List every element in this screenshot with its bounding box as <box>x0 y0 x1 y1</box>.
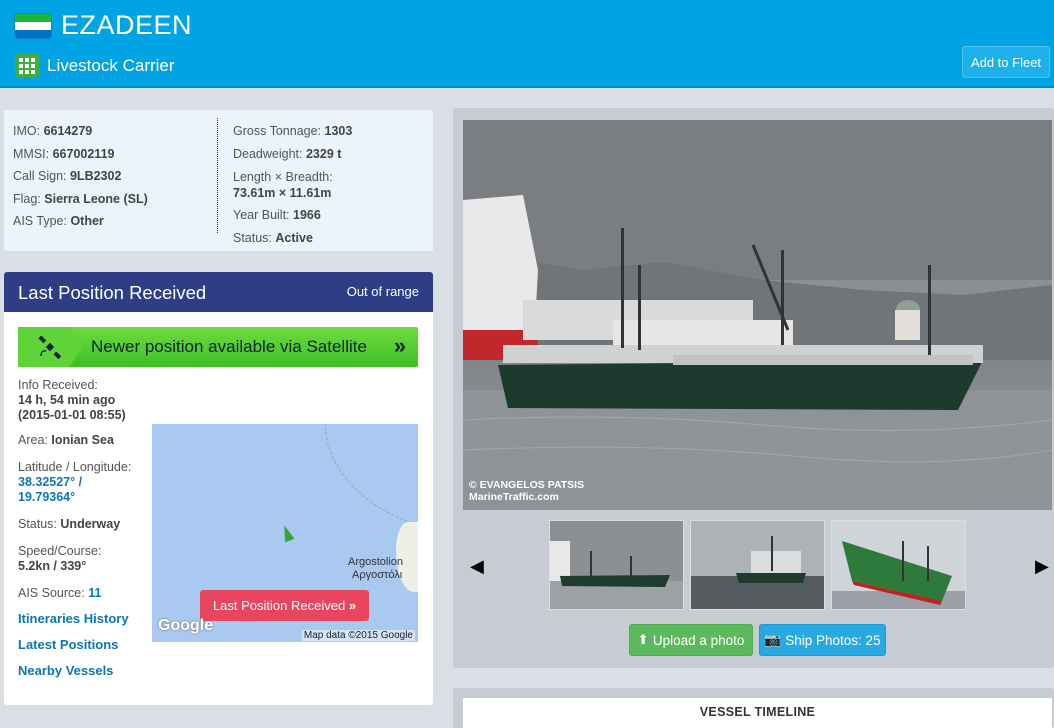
satellite-banner-text: Newer position available via Satellite <box>91 337 367 356</box>
deadweight-value: 2329 t <box>305 146 342 161</box>
nearby-vessels-link[interactable]: Nearby Vessels <box>18 663 153 678</box>
next-photo-arrow-icon[interactable]: ▶ <box>1035 556 1049 577</box>
google-logo: Google <box>158 617 214 634</box>
previous-photo-arrow-icon[interactable]: ◀ <box>470 556 484 577</box>
ais-type-row: AIS Type: Other <box>13 214 104 228</box>
main-vessel-photo[interactable]: © EVANGELOS PATSIS MarineTraffic.com <box>463 120 1052 510</box>
upload-photo-button[interactable]: ⬆ Upload a photo <box>629 624 753 656</box>
vessel-marker-icon[interactable] <box>279 523 295 543</box>
photo-thumbnail[interactable] <box>549 520 684 610</box>
vessel-particulars: IMO: 6614279 MMSI: 667002119 Call Sign: … <box>4 110 433 251</box>
particulars-divider <box>217 118 218 233</box>
area: Area: Ionian Sea <box>18 433 114 447</box>
info-received: Info Received: 14 h, 54 min ago (2015-01… <box>18 378 126 422</box>
map-credit: Map data ©2015 Google <box>301 630 415 641</box>
vessel-type-icon <box>15 53 39 77</box>
mmsi-value: 667002119 <box>52 146 115 161</box>
double-chevron-right-icon: » <box>393 333 406 358</box>
gross-tonnage-value: 1303 <box>324 124 353 138</box>
last-position-panel: Last Position Received Out of range Newe… <box>4 272 433 705</box>
length-breadth-value: 73.61m × 11.61m <box>233 186 332 200</box>
map-place-label-greek: Αργοστόλι <box>352 569 403 581</box>
sierra-leone-flag-icon <box>15 14 51 38</box>
vessel-timeline-title: VESSEL TIMELINE <box>463 698 1052 728</box>
ais-source: AIS Source: 11 <box>18 586 102 600</box>
position-details: Info Received: 14 h, 54 min ago (2015-01… <box>18 378 153 689</box>
last-position-title: Last Position Received <box>18 282 207 303</box>
position-map[interactable]: Argostolion Αργοστόλι Last Position Rece… <box>152 424 418 642</box>
vessel-photos-panel: © EVANGELOS PATSIS MarineTraffic.com ◀ ▶… <box>453 108 1054 668</box>
vessel-timeline-panel: VESSEL TIMELINE <box>453 688 1054 728</box>
last-position-header: Last Position Received Out of range <box>4 272 433 312</box>
satellite-icon <box>18 327 82 367</box>
area-value: Ionian Sea <box>51 433 114 447</box>
gross-tonnage-row: Gross Tonnage: 1303 <box>233 124 353 138</box>
call-sign-value: 9LB2302 <box>69 169 122 183</box>
deadweight-row: Deadweight: 2329 t <box>233 146 342 161</box>
particulars-left-column: IMO: 6614279 MMSI: 667002119 Call Sign: … <box>13 120 148 233</box>
photo-credit: © EVANGELOS PATSIS MarineTraffic.com <box>469 479 585 503</box>
flag-value: Sierra Leone (SL) <box>44 191 148 206</box>
add-to-fleet-button[interactable]: Add to Fleet <box>962 46 1050 78</box>
mmsi-row: MMSI: 667002119 <box>13 146 115 161</box>
vessel-name: EZADEEN <box>61 10 193 40</box>
vessel-header: EZADEEN Livestock Carrier Add to Fleet <box>0 0 1054 88</box>
longitude-value: 19.79364° <box>18 490 76 504</box>
upload-icon: ⬆ <box>637 632 649 647</box>
imo-value: 6614279 <box>43 124 93 138</box>
ais-type-value: Other <box>70 214 104 228</box>
speed-course-value: 5.2kn / 339° <box>18 559 87 573</box>
map-place-label: Argostolion <box>348 556 404 568</box>
range-status: Out of range <box>346 284 419 299</box>
latitude-value: 38.32527° / <box>18 475 83 489</box>
ais-source-value: 11 <box>88 586 102 600</box>
vessel-type: Livestock Carrier <box>47 56 175 75</box>
info-received-time: (2015-01-01 08:55) <box>18 408 126 422</box>
itineraries-history-link[interactable]: Itineraries History <box>18 611 153 626</box>
imo-row: IMO: 6614279 <box>13 124 93 138</box>
latest-positions-link[interactable]: Latest Positions <box>18 637 153 652</box>
photo-thumbnail[interactable] <box>690 520 825 610</box>
info-received-ago: 14 h, 54 min ago <box>18 393 116 407</box>
lat-lon: Latitude / Longitude: 38.32527° / 19.793… <box>18 460 132 504</box>
particulars-right-column: Gross Tonnage: 1303 Deadweight: 2329 t L… <box>233 120 352 249</box>
length-breadth-row: Length × Breadth: 73.61m × 11.61m <box>233 170 333 200</box>
flag-row: Flag: Sierra Leone (SL) <box>13 191 148 206</box>
camera-icon: 📷 <box>764 632 782 647</box>
ship-photos-button[interactable]: 📷 Ship Photos: 25 <box>759 624 886 656</box>
satellite-position-banner[interactable]: Newer position available via Satellite » <box>18 327 418 367</box>
year-built-row: Year Built: 1966 <box>233 208 321 222</box>
year-built-value: 1966 <box>293 208 321 222</box>
speed-course: Speed/Course: 5.2kn / 339° <box>18 544 102 573</box>
last-position-received-button[interactable]: Last Position Received » <box>200 590 369 621</box>
photo-thumbnail[interactable] <box>831 520 966 610</box>
nav-status-value: Underway <box>60 517 121 531</box>
call-sign-row: Call Sign: 9LB2302 <box>13 169 122 183</box>
status-row: Status: Active <box>233 230 313 245</box>
nav-status: Status: Underway <box>18 517 121 531</box>
status-value: Active <box>275 230 313 245</box>
